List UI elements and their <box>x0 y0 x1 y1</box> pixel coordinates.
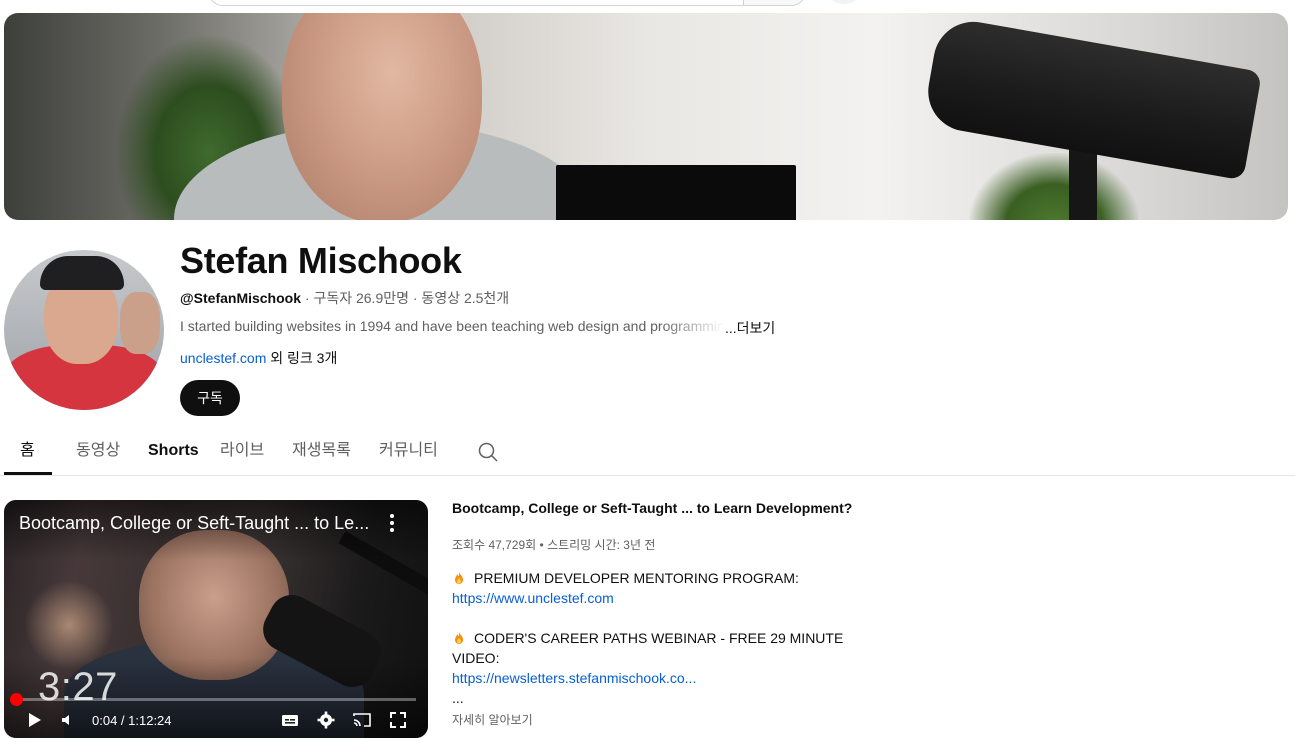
tab-home[interactable]: 홈 <box>20 432 35 474</box>
video-description-ellipsis: ... <box>452 690 464 706</box>
tab-live[interactable]: 라이브 <box>220 432 264 474</box>
channel-stats: · 구독자 26.9만명 · 동영상 2.5천개 <box>301 290 510 306</box>
subscribe-button[interactable]: 구독 <box>180 380 240 416</box>
video-description-text-3: VIDEO: <box>452 650 500 666</box>
read-more-link[interactable]: 자세히 알아보기 <box>452 711 533 728</box>
video-description-link-2[interactable]: https://newsletters.stefanmischook.co... <box>452 670 696 686</box>
video-description-text-1: PREMIUM DEVELOPER MENTORING PROGRAM: <box>474 570 799 586</box>
channel-page: Stefan Mischook @StefanMischook · 구독자 26… <box>0 0 1295 742</box>
more-vert-icon[interactable] <box>382 511 402 535</box>
banner-tv <box>556 165 796 220</box>
more-link[interactable]: ...더보기 <box>725 320 775 336</box>
search-icon[interactable] <box>476 440 500 464</box>
channel-avatar[interactable] <box>4 250 164 410</box>
banner-plant-right <box>969 153 1139 220</box>
channel-meta: @StefanMischook · 구독자 26.9만명 · 동영상 2.5천개 <box>180 288 509 308</box>
channel-banner <box>4 13 1288 220</box>
channel-tabs: 홈 동영상 Shorts 라이브 재생목록 커뮤니티 <box>0 432 1295 476</box>
tab-community[interactable]: 커뮤니티 <box>379 432 438 474</box>
video-stats: 조회수 47,729회 • 스트리밍 시간: 3년 전 <box>452 538 656 552</box>
video-description-line: PREMIUM DEVELOPER MENTORING PROGRAM: <box>452 570 799 586</box>
video-description-text-2: CODER'S CAREER PATHS WEBINAR - FREE 29 M… <box>474 630 844 646</box>
channel-handle: @StefanMischook <box>180 290 302 306</box>
channel-website-link[interactable]: unclestef.com <box>180 350 266 366</box>
avatar-hand <box>120 292 160 354</box>
video-time: 0:04 / 1:12:24 <box>92 713 172 728</box>
featured-video-player[interactable]: Bootcamp, College or Seft-Taught ... to … <box>4 500 428 738</box>
video-description-link-1[interactable]: https://www.unclestef.com <box>452 590 614 606</box>
channel-description[interactable]: I started building websites in 1994 and … <box>180 318 780 338</box>
progress-scrubber[interactable] <box>10 693 23 706</box>
video-title-link[interactable]: Bootcamp, College or Seft-Taught ... to … <box>452 500 852 516</box>
fire-icon <box>452 571 466 585</box>
volume-icon[interactable] <box>58 710 78 730</box>
masthead-search-button[interactable] <box>743 0 805 5</box>
fire-icon <box>452 631 466 645</box>
tab-shorts[interactable]: Shorts <box>148 432 199 474</box>
channel-name: Stefan Mischook <box>180 240 462 281</box>
video-overlay-title[interactable]: Bootcamp, College or Seft-Taught ... to … <box>19 513 369 534</box>
channel-more-links[interactable]: 외 링크 3개 <box>266 350 337 366</box>
channel-description-text: I started building websites in 1994 and … <box>180 318 725 334</box>
tabs-divider <box>0 475 1295 476</box>
progress-bar[interactable] <box>16 698 416 701</box>
fullscreen-icon[interactable] <box>388 710 408 730</box>
masthead-search-box[interactable] <box>208 0 806 6</box>
subtitles-icon[interactable] <box>280 710 300 730</box>
settings-icon[interactable] <box>316 710 336 730</box>
avatar-cap <box>40 256 124 290</box>
tab-playlists[interactable]: 재생목록 <box>292 432 351 474</box>
thumbnail-duration-text: 3:27 <box>38 665 118 709</box>
play-icon[interactable] <box>24 710 44 730</box>
tab-videos[interactable]: 동영상 <box>76 432 120 474</box>
video-description-line: CODER'S CAREER PATHS WEBINAR - FREE 29 M… <box>452 630 843 646</box>
voice-search-icon[interactable] <box>828 0 860 4</box>
channel-links: unclestef.com 외 링크 3개 <box>180 348 337 368</box>
banner-person-head <box>282 13 482 220</box>
cast-icon[interactable] <box>352 710 372 730</box>
